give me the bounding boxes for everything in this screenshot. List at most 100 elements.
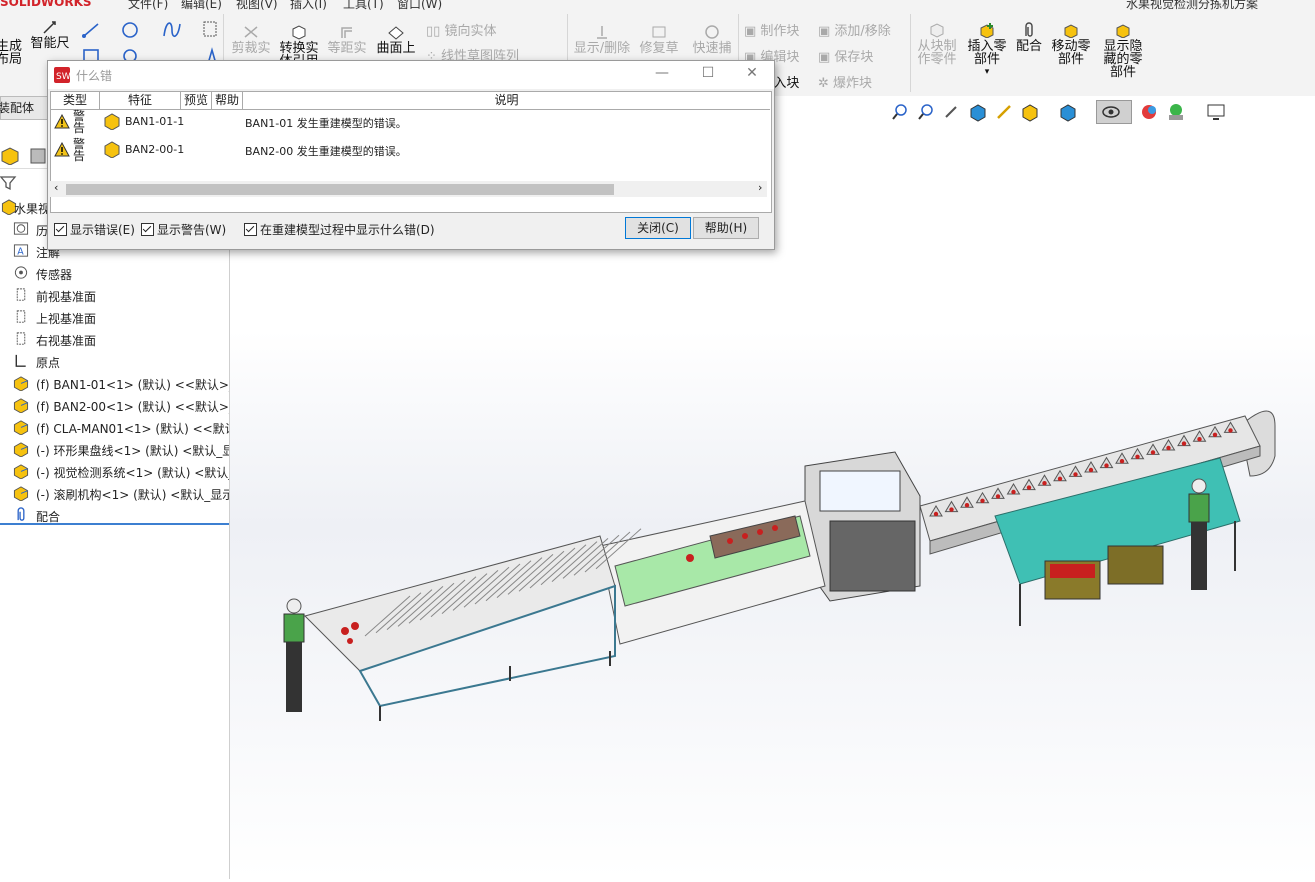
explode-block-button[interactable]: ✲ 爆炸块: [818, 72, 872, 91]
row-feature: BAN2-00-1: [125, 143, 185, 156]
help-button[interactable]: 帮助(H): [693, 217, 759, 239]
feature-manager-tab-icon[interactable]: [0, 147, 22, 165]
add-remove-label: 添加/移除: [834, 24, 891, 39]
annotation-icon: A: [13, 244, 29, 257]
menu-tools[interactable]: 工具(T): [343, 0, 384, 12]
tree-item[interactable]: (-) 视觉检测系统<1> (默认) <默认_: [0, 460, 229, 482]
show-hidden-icon: [1116, 24, 1130, 38]
show-hidden-components-button[interactable]: 显示隐 藏的零 部件: [1100, 22, 1146, 79]
filter-icon[interactable]: [0, 174, 20, 192]
fruit: [1166, 445, 1171, 451]
view-settings-icon[interactable]: [1206, 102, 1226, 122]
table-row[interactable]: 警告 BAN1-01-1 BAN1-01 发生重建模型的错误。: [51, 110, 771, 139]
move-component-button[interactable]: 移动零 部件: [1048, 22, 1094, 66]
trim-label: 剪裁实: [231, 41, 271, 56]
fruit: [1119, 459, 1125, 464]
show-delete-relations-button[interactable]: 显示/删除: [572, 24, 632, 55]
view-orientation-icon[interactable]: [1020, 102, 1040, 122]
eye-icon: [1102, 106, 1120, 118]
add-remove-button[interactable]: ▣ 添加/移除: [818, 20, 891, 39]
repair-label: 修复草: [639, 41, 679, 56]
tree-item[interactable]: (f) BAN2-00<1> (默认) <<默认>_显: [0, 394, 229, 416]
worker-right: [1188, 478, 1210, 590]
save-block-button[interactable]: ▣ 保存块: [818, 46, 873, 65]
show-during-rebuild-checkbox[interactable]: 在重建模型过程中显示什么错(D): [244, 221, 435, 237]
subassembly-icon: [104, 113, 120, 130]
show-warnings-checkbox[interactable]: 显示警告(W): [141, 221, 226, 237]
row-feature: BAN1-01-1: [125, 115, 185, 128]
section-view-icon[interactable]: [968, 102, 988, 122]
scene-icon[interactable]: [1166, 102, 1186, 122]
dialog-title: 什么错: [76, 69, 113, 83]
scroll-left-icon[interactable]: ‹: [54, 181, 58, 194]
quick-snaps-button[interactable]: 快速捕: [690, 24, 734, 55]
horizontal-scrollbar[interactable]: ‹ ›: [50, 181, 767, 197]
mate-button[interactable]: 配合: [1012, 22, 1046, 53]
generate-layout-button[interactable]: 生成 布局: [0, 40, 22, 66]
surface-offset-button[interactable]: 曲面上: [374, 24, 418, 55]
tree-item[interactable]: 右视基准面: [0, 328, 229, 350]
dynamic-annotation-icon[interactable]: [994, 102, 1014, 122]
tree-item[interactable]: (-) 滚刷机构<1> (默认) <默认_显示: [0, 482, 229, 504]
brand-logo: SOLIDWORKS: [0, 0, 92, 9]
tree-item-label: 前视基准面: [36, 290, 97, 304]
column-header-preview[interactable]: 预览: [181, 92, 212, 110]
tree-item[interactable]: (f) BAN1-01<1> (默认) <<默认>_显: [0, 372, 229, 394]
tab-assembly[interactable]: 装配体: [0, 96, 48, 120]
menu-insert[interactable]: 插入(I): [290, 0, 327, 12]
zoom-area-icon[interactable]: [916, 102, 936, 122]
menu-view[interactable]: 视图(V): [236, 0, 278, 12]
zoom-to-fit-icon[interactable]: [890, 102, 910, 122]
table-row[interactable]: 警告 BAN2-00-1 BAN2-00 发生重建模型的错误。: [51, 138, 771, 167]
hide-show-items-button[interactable]: [1096, 100, 1132, 124]
make-block-button[interactable]: ▣ 制作块: [744, 20, 799, 39]
dialog-titlebar[interactable]: SW 什么错 — ☐ ✕: [48, 61, 774, 89]
maximize-button[interactable]: ☐: [698, 65, 718, 83]
tree-item[interactable]: 原点: [0, 350, 229, 372]
fruit: [995, 494, 1001, 499]
column-header-description[interactable]: 说明: [243, 92, 770, 110]
display-style-icon[interactable]: [1058, 102, 1078, 122]
smart-dimension-label: 智能尺: [30, 36, 70, 51]
column-header-help[interactable]: 帮助: [212, 92, 243, 110]
mirror-entities-button[interactable]: ▯▯ 镜向实体: [426, 20, 496, 39]
smart-dimension-button[interactable]: 智能尺: [28, 19, 72, 50]
trim-entities-button[interactable]: 剪裁实: [229, 24, 273, 55]
offset-entities-button[interactable]: 等距实: [325, 24, 369, 55]
tree-item[interactable]: 上视基准面: [0, 306, 229, 328]
subassembly-icon: [13, 464, 29, 479]
svg-text:SW: SW: [56, 72, 70, 82]
previous-view-icon[interactable]: [942, 102, 962, 122]
edit-appearance-icon[interactable]: [1140, 102, 1160, 122]
tree-item[interactable]: 前视基准面: [0, 284, 229, 306]
fruit: [1228, 428, 1233, 433]
column-header-feature[interactable]: 特征: [100, 92, 181, 110]
scroll-right-icon[interactable]: ›: [758, 181, 762, 194]
menu-edit[interactable]: 编辑(E): [181, 0, 222, 12]
warning-icon: [54, 114, 70, 129]
insert-component-button[interactable]: 插入零 部件 ▾: [964, 22, 1010, 79]
tree-item[interactable]: (-) 环形果盘线<1> (默认) <默认_显: [0, 438, 229, 460]
menu-window[interactable]: 窗口(W): [397, 0, 442, 12]
make-part-from-block-button[interactable]: 从块制 作零件: [914, 22, 960, 66]
mirror-label: 镜向实体: [444, 24, 497, 39]
subassembly-icon: [13, 376, 29, 391]
repair-sketch-button[interactable]: 修复草: [637, 24, 681, 55]
minimize-button[interactable]: —: [652, 65, 672, 83]
close-button[interactable]: 关闭(C): [625, 217, 691, 239]
menu-file[interactable]: 文件(F): [128, 0, 168, 12]
part-from-block-icon: [930, 23, 944, 38]
tree-item[interactable]: (f) CLA-MAN01<1> (默认) <<默认: [0, 416, 229, 438]
column-header-type[interactable]: 类型: [51, 92, 100, 110]
tree-item-label: (f) CLA-MAN01<1> (默认) <<默认: [36, 422, 229, 436]
origin-icon: [15, 354, 26, 367]
fruit: [1057, 476, 1063, 481]
fruit: [949, 507, 954, 512]
surface-offset-label: 曲面上: [376, 41, 416, 56]
tree-item-label: 右视基准面: [36, 334, 97, 348]
tree-item[interactable]: 传感器: [0, 262, 229, 284]
tree-item-label: (f) BAN2-00<1> (默认) <<默认>_显: [36, 400, 229, 414]
show-errors-checkbox[interactable]: 显示错误(E): [54, 221, 135, 237]
close-window-button[interactable]: ✕: [742, 65, 762, 83]
scrollbar-thumb[interactable]: [66, 184, 614, 195]
